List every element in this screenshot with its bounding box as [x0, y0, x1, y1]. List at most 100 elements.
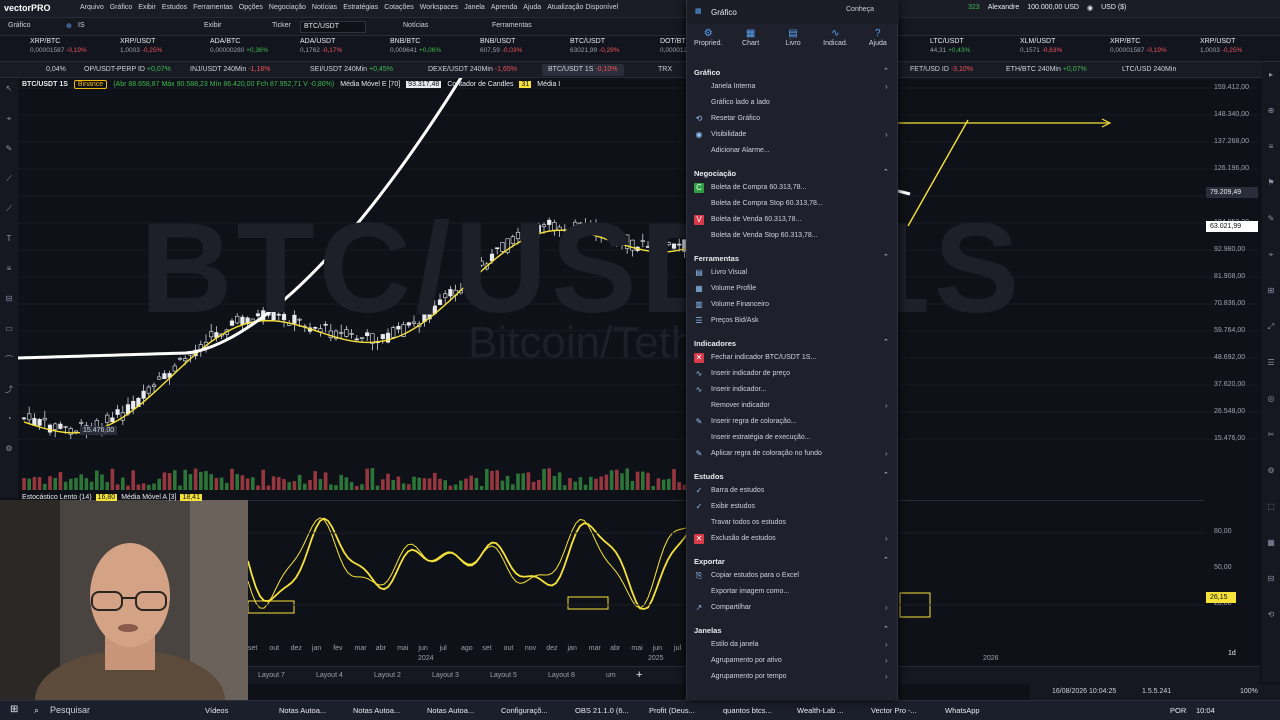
currency-select[interactable]: USD ($) [1101, 4, 1126, 12]
ticker-item[interactable]: BTC/USDT 63021,99 -0,29% [570, 38, 662, 54]
ticker-input[interactable]: BTC/USDT [300, 21, 366, 33]
menu-5[interactable]: Opções [239, 4, 263, 11]
connect-link[interactable]: Conheça [846, 6, 874, 13]
draw-tool-icon[interactable]: ≡ [4, 264, 14, 274]
taskbar-app[interactable]: Configuraçõ... [501, 706, 548, 715]
menu-item[interactable]: ✓ Exibir estudos [687, 499, 899, 514]
ticker-item[interactable]: XRP/BTC 0,00001587 -0,19% [30, 38, 122, 54]
plus-icon[interactable]: ⊕ [66, 22, 72, 30]
ticker-item[interactable]: XRP/USDT 1,0003 -0,25% [120, 38, 212, 54]
taskbar-app[interactable]: Notas Autoa... [279, 706, 326, 715]
draw-tool-icon[interactable]: ⟋ [4, 174, 14, 184]
menu-item[interactable]: ⟲ Resetar Gráfico [687, 111, 899, 126]
menu-item[interactable]: ✎ Aplicar regra de coloração no fundo › [687, 446, 899, 461]
menu-13[interactable]: Ajuda [523, 4, 541, 11]
menu-item[interactable]: Remover indicador › [687, 398, 899, 413]
chart-tab[interactable]: INJ/USDT 240Min -1,18% [184, 64, 276, 76]
taskbar-app[interactable]: Notas Autoa... [353, 706, 400, 715]
collapse-icon[interactable]: ⌃ [883, 253, 889, 261]
menu-14[interactable]: Atualização Disponível [547, 4, 618, 11]
menu-10[interactable]: Workspaces [420, 4, 458, 11]
menu-item[interactable]: Janela Interna › [687, 79, 899, 94]
menu-item[interactable]: ∿ Inserir indicador de preço [687, 366, 899, 381]
chart-tab[interactable]: 0,04% [40, 64, 72, 76]
collapse-icon[interactable]: ⌃ [883, 168, 889, 176]
menu-item[interactable]: ∿ Inserir indicador... [687, 382, 899, 397]
menu-item[interactable]: ✕ Fechar indicador BTC/USDT 1S... [687, 350, 899, 365]
ticker-item[interactable]: BNB/USDT 607,59 -0,03% [480, 38, 572, 54]
chart-tab[interactable]: OP/USDT-PERP ID +0,07% [78, 64, 177, 76]
menu-tool-2[interactable]: ▤ Livro [772, 24, 814, 58]
menu-9[interactable]: Cotações [384, 4, 414, 11]
chart-tab[interactable]: LTC/USD 240Min [1116, 64, 1182, 76]
draw-tool-icon[interactable]: T [4, 234, 14, 244]
collapse-icon[interactable]: ⌃ [883, 67, 889, 75]
menu-tool-0[interactable]: ⚙ Propried. [687, 24, 729, 58]
right-tool-icon[interactable]: ⬚ [1266, 502, 1276, 512]
ticker-item[interactable]: BNB/BTC 0,009641 +0,06% [390, 38, 482, 54]
toolbar-grafico[interactable]: Gráfico [8, 22, 31, 29]
right-tool-icon[interactable]: ◎ [1266, 394, 1276, 404]
right-tool-icon[interactable]: ▦ [1266, 538, 1276, 548]
menu-12[interactable]: Aprenda [491, 4, 517, 11]
menu-item[interactable]: Agrupamento por tempo › [687, 669, 899, 684]
right-tool-icon[interactable]: ⊞ [1266, 286, 1276, 296]
menu-3[interactable]: Estudos [162, 4, 187, 11]
ticker-item[interactable]: ADA/USDT 0,1762 -0,17% [300, 38, 392, 54]
draw-tool-icon[interactable]: ⌖ [4, 114, 14, 124]
menu-item[interactable]: ▦ Volume Profile [687, 281, 899, 296]
menu-item[interactable]: ⎘ Copiar estudos para o Excel [687, 568, 899, 583]
taskbar-app[interactable]: OBS 21.1.0 (6... [575, 706, 629, 715]
menu-item[interactable]: Travar todos os estudos [687, 515, 899, 530]
layout-tab[interactable]: Layout 3 [432, 672, 459, 679]
indicator1-label[interactable]: Média Móvel E [70] [340, 81, 400, 88]
search-icon[interactable]: ⌕ [34, 705, 39, 716]
draw-tool-icon[interactable]: ◔ [4, 414, 14, 424]
menu-item[interactable]: Inserir estratégia de execução... [687, 430, 899, 445]
menu-11[interactable]: Janela [464, 4, 485, 11]
ticker-item[interactable]: XLM/USDT 0,1571 -0,63% [1020, 38, 1112, 54]
menu-item[interactable]: Boleta de Venda Stop 60.313,78... [687, 228, 899, 243]
right-tool-icon[interactable]: ⚑ [1266, 178, 1276, 188]
draw-tool-icon[interactable]: ✎ [4, 144, 14, 154]
draw-tool-icon[interactable]: ⊟ [4, 294, 14, 304]
chart-tab[interactable]: ETH/BTC 240Min +0,07% [1000, 64, 1093, 76]
draw-tool-icon[interactable]: ▭ [4, 324, 14, 334]
account-name[interactable]: Alexandre [988, 4, 1020, 12]
right-tool-icon[interactable]: ⤢ [1266, 322, 1276, 332]
menu-tool-4[interactable]: ? Ajuda [857, 24, 899, 58]
menu-item[interactable]: Estilo da janela › [687, 637, 899, 652]
menu-item[interactable]: Exportar imagem como... [687, 584, 899, 599]
draw-tool-icon[interactable]: ⤴ [4, 384, 14, 394]
eye-icon[interactable]: ◉ [1087, 4, 1093, 12]
menu-item[interactable]: ◉ Visibilidade › [687, 127, 899, 142]
ticker-item[interactable]: LTC/USDT 44,31 +0,43% [930, 38, 1022, 54]
right-tool-icon[interactable]: ✎ [1266, 214, 1276, 224]
right-tool-icon[interactable]: ≡ [1266, 142, 1276, 152]
osc-label[interactable]: Estocástico Lento (14) [22, 494, 92, 501]
collapse-icon[interactable]: ⌃ [883, 625, 889, 633]
ticker-item[interactable]: ADA/BTC 0,00000280 +0,36% [210, 38, 302, 54]
menu-item[interactable]: ✎ Inserir regra de coloração... [687, 414, 899, 429]
timeframe-label[interactable]: 1d [1228, 650, 1236, 657]
menu-0[interactable]: Arquivo [80, 4, 104, 11]
menu-item[interactable]: ↗ Compartilhar › [687, 600, 899, 615]
chart-tab[interactable]: DEXE/USDT 240Min -1,65% [422, 64, 523, 76]
toolbar-ferramentas[interactable]: Ferramentas [492, 22, 532, 29]
layout-tab[interactable]: Layout 8 [548, 672, 575, 679]
right-tool-icon[interactable]: ☰ [1266, 358, 1276, 368]
menu-6[interactable]: Negociação [269, 4, 306, 11]
layout-tab[interactable]: Layout 2 [374, 672, 401, 679]
toolbar-exibir[interactable]: Exibir [204, 22, 222, 29]
taskbar-app[interactable]: Wealth-Lab ... [797, 706, 844, 715]
ticker-item[interactable]: XRP/USDT 1,0003 -0,25% [1200, 38, 1280, 54]
taskbar-search[interactable]: Pesquisar [50, 705, 90, 715]
taskbar-app[interactable]: quantos btcs... [723, 706, 772, 715]
menu-tool-3[interactable]: ∿ Indicad. [814, 24, 856, 58]
taskbar-app[interactable]: WhatsApp [945, 706, 980, 715]
menu-item[interactable]: C Boleta de Compra 60.313,78... [687, 180, 899, 195]
draw-tool-icon[interactable]: ⟋ [4, 204, 14, 214]
right-tool-icon[interactable]: ⟲ [1266, 610, 1276, 620]
menu-item[interactable]: ✓ Barra de estudos [687, 483, 899, 498]
menu-item[interactable]: Gráfico lado a lado [687, 95, 899, 110]
